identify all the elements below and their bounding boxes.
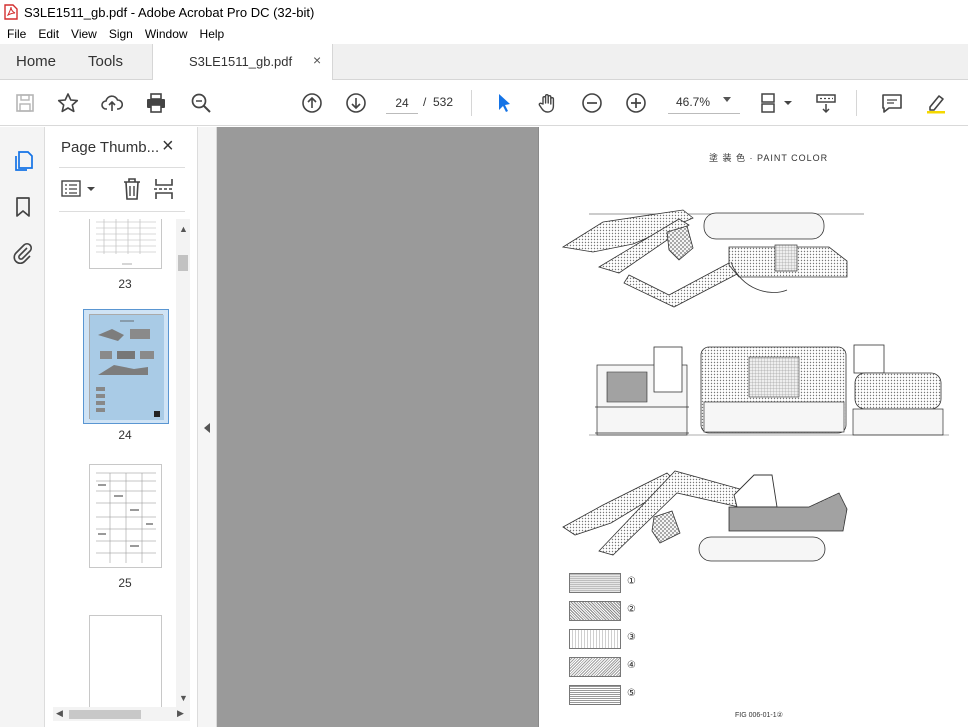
pdf-file-icon [4,4,18,20]
legend-number: ⑤ [627,688,636,699]
document-page: 塗 装 色 · PAINT COLOR ① ② ③ ④ ⑤ FIG 006-01… [538,127,968,727]
zoom-out-icon[interactable] [580,91,604,115]
left-rail [0,127,45,727]
thumbnail-label: 24 [118,428,132,442]
legend-number: ③ [627,632,636,643]
page-thumbnail-23[interactable] [89,219,162,269]
tab-document[interactable]: S3LE1511_gb.pdf × [152,44,333,81]
thumbnail-options-icon[interactable] [61,179,97,199]
close-panel-icon[interactable]: × [162,135,174,158]
document-viewport[interactable]: 塗 装 色 · PAINT COLOR ① ② ③ ④ ⑤ FIG 006-01… [217,127,968,727]
panel-collapse-handle[interactable] [198,127,217,727]
star-icon[interactable] [56,91,80,115]
menu-help[interactable]: Help [194,24,231,44]
collapse-arrow-icon [204,423,210,433]
thumbnail-label: 25 [118,576,132,590]
toolbar: / 532 46.7% [0,80,968,126]
panel-title: Page Thumb... [61,139,160,156]
legend-swatch [569,601,621,621]
legend-swatch [569,685,621,705]
toolbar-divider [856,90,857,116]
scroll-left-icon[interactable]: ◀ [56,708,63,719]
thumbnail-horizontal-scrollbar[interactable]: ◀ ▶ [53,707,190,721]
previous-page-icon[interactable] [300,91,324,115]
close-tab-icon[interactable]: × [313,52,321,68]
zoom-value: 46.7% [676,95,711,109]
zoom-search-icon[interactable] [189,91,213,115]
legend-swatch [569,629,621,649]
page-thumbnails-icon[interactable] [11,149,35,173]
tab-tools[interactable]: Tools [88,53,123,70]
tab-bar: Home Tools S3LE1511_gb.pdf × [0,44,968,81]
zoom-in-icon[interactable] [624,91,648,115]
print-icon[interactable] [144,91,168,115]
menu-file[interactable]: File [0,24,32,44]
thumbnail-preview [96,472,156,563]
tab-document-label: S3LE1511_gb.pdf [189,54,293,69]
legend-number: ② [627,604,636,615]
legend-number: ④ [627,660,636,671]
scroll-right-icon[interactable]: ▶ [177,708,184,719]
page-thumbnail-26[interactable] [89,615,162,707]
page-thumbnail-25[interactable] [89,464,162,568]
zoom-dropdown[interactable]: 46.7% [668,92,740,114]
menu-bar: File Edit View Sign Window Help [0,24,968,44]
tab-home[interactable]: Home [16,53,56,70]
next-page-icon[interactable] [344,91,368,115]
attachment-icon[interactable] [11,241,35,265]
delete-page-icon[interactable] [121,177,143,201]
comment-icon[interactable] [880,91,904,115]
menu-sign[interactable]: Sign [103,24,139,44]
keyboard-scroll-icon[interactable] [814,91,838,115]
thumbnail-vertical-scrollbar[interactable]: ▲ ▼ [176,219,190,707]
thumbnail-label: 23 [118,277,132,291]
upload-cloud-icon[interactable] [100,91,124,115]
thumbnail-preview [90,315,164,420]
menu-view[interactable]: View [65,24,103,44]
toolbar-divider [471,90,472,116]
title-bar: S3LE1511_gb.pdf - Adobe Acrobat Pro DC (… [0,0,968,24]
select-cursor-icon[interactable] [492,91,516,115]
window-title: S3LE1511_gb.pdf - Adobe Acrobat Pro DC (… [24,4,315,20]
highlight-pen-icon[interactable] [924,91,948,115]
hand-tool-icon[interactable] [536,91,560,115]
thumbnail-panel: Page Thumb... × 23 24 25 ▲ ▼ ◀ ▶ [45,127,198,727]
scroll-down-icon[interactable]: ▼ [179,693,188,703]
scroll-up-icon[interactable]: ▲ [179,224,188,234]
thumbnail-list: 23 24 25 [45,219,176,707]
thumbnail-preview [96,219,156,265]
panel-divider [59,167,185,168]
legend-swatch [569,657,621,677]
figure-label: FIG 006-01-1② [735,712,783,719]
page-total: 532 [433,95,454,109]
page-separator: / [423,95,427,109]
menu-edit[interactable]: Edit [32,24,65,44]
bookmark-icon[interactable] [11,195,35,219]
extract-pages-icon[interactable] [153,177,175,201]
scrollbar-thumb[interactable] [69,710,141,719]
legend-swatch [569,573,621,593]
page-number-input[interactable] [386,92,418,114]
menu-window[interactable]: Window [139,24,194,44]
save-icon[interactable] [13,91,37,115]
chevron-down-icon [723,97,731,102]
page-fit-icon[interactable] [758,91,794,115]
page-thumbnail-24[interactable] [89,314,164,420]
scrollbar-thumb[interactable] [178,255,188,271]
legend-number: ① [627,576,636,587]
panel-divider [59,211,185,212]
